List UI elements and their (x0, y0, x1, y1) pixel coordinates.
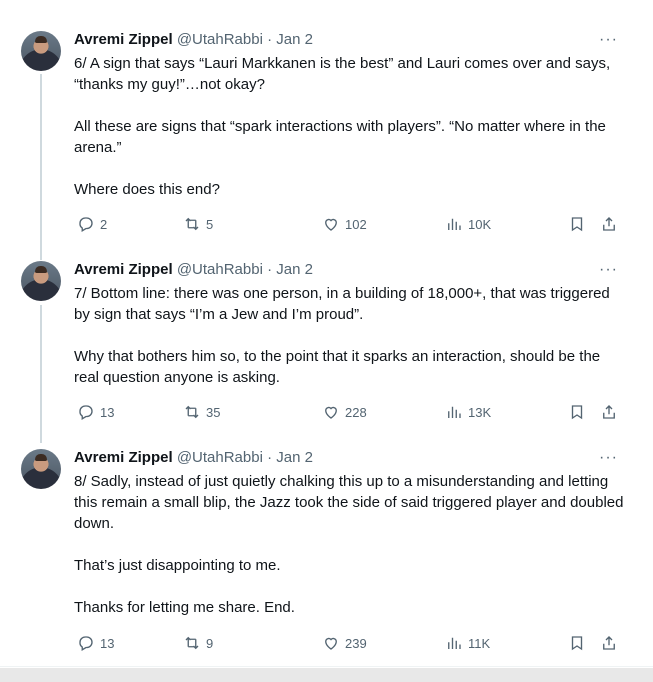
reply-icon (79, 405, 93, 420)
views-button[interactable]: 11K (445, 633, 490, 653)
repost-button[interactable]: 35 (183, 402, 220, 422)
repost-icon (185, 217, 199, 231)
thread-line (40, 74, 42, 260)
share-icon (603, 217, 615, 231)
bookmark-button[interactable] (568, 402, 591, 422)
like-button[interactable]: 228 (322, 402, 367, 422)
divider (0, 666, 653, 667)
tweet-paragraph: 6/ A sign that says “Lauri Markkanen is … (74, 55, 611, 93)
avatar[interactable] (21, 31, 61, 71)
like-count: 102 (345, 216, 367, 232)
views-count: 10K (468, 216, 492, 232)
tweet-date[interactable]: · Jan 2 (267, 31, 313, 48)
like-count: 228 (345, 404, 367, 420)
tweet-paragraph: Why that bothers him so, to the point th… (74, 348, 601, 386)
like-button[interactable]: 239 (322, 633, 367, 653)
views-count: 11K (468, 635, 491, 651)
more-icon[interactable]: ··· (599, 262, 619, 278)
author-handle[interactable]: @UtahRabbi (177, 31, 263, 48)
like-icon (325, 406, 337, 419)
views-button[interactable]: 13K (445, 402, 491, 422)
reply-button[interactable]: 2 (77, 214, 107, 234)
bookmark-icon (571, 217, 583, 232)
tweet-header: Avremi Zippel @UtahRabbi · Jan 2 (74, 30, 313, 50)
repost-count: 9 (206, 635, 214, 651)
tweet-date[interactable]: · Jan 2 (267, 261, 313, 278)
tweet-paragraph: 7/ Bottom line: there was one person, in… (74, 285, 610, 323)
tweet-paragraph: Thanks for letting me share. End. (74, 599, 295, 616)
avatar[interactable] (21, 261, 61, 301)
reply-count: 13 (100, 404, 115, 420)
tweet-paragraph: Where does this end? (74, 181, 220, 198)
bookmark-button[interactable] (568, 633, 591, 653)
repost-button[interactable]: 9 (183, 633, 213, 653)
bookmark-icon (571, 636, 583, 651)
share-button[interactable] (600, 402, 623, 422)
reply-icon (79, 217, 93, 232)
reply-button[interactable]: 13 (77, 402, 114, 422)
like-icon (325, 637, 337, 650)
bookmark-icon (571, 405, 583, 420)
views-icon (448, 637, 461, 649)
repost-count: 5 (206, 216, 214, 232)
tweet-actions: 13 9 239 11K (74, 633, 626, 653)
reply-button[interactable]: 13 (77, 633, 114, 653)
tweet-text: 6/ A sign that says “Lauri Markkanen is … (74, 53, 626, 200)
tweet-paragraph: 8/ Sadly, instead of just quietly chalki… (74, 473, 624, 532)
tweet-actions: 2 5 102 10K (74, 214, 626, 234)
like-count: 239 (345, 635, 367, 651)
tweet-actions: 13 35 228 13K (74, 402, 626, 422)
views-button[interactable]: 10K (445, 214, 491, 234)
author-name[interactable]: Avremi Zippel (74, 449, 173, 466)
reply-icon (79, 636, 93, 651)
repost-button[interactable]: 5 (183, 214, 213, 234)
share-button[interactable] (600, 214, 623, 234)
like-icon (325, 218, 337, 231)
views-icon (448, 218, 461, 230)
share-icon (603, 405, 615, 419)
views-count: 13K (468, 404, 492, 420)
author-name[interactable]: Avremi Zippel (74, 261, 173, 278)
tweet-header: Avremi Zippel @UtahRabbi · Jan 2 (74, 260, 313, 280)
repost-count: 35 (206, 404, 221, 420)
tweet-paragraph: That’s just disappointing to me. (74, 557, 281, 574)
bookmark-button[interactable] (568, 214, 591, 234)
reply-count: 13 (100, 635, 115, 651)
author-name[interactable]: Avremi Zippel (74, 31, 173, 48)
author-handle[interactable]: @UtahRabbi (177, 261, 263, 278)
share-button[interactable] (600, 633, 623, 653)
more-icon[interactable]: ··· (599, 450, 619, 466)
thread-line (40, 305, 42, 443)
bottom-bar (0, 668, 653, 682)
repost-icon (185, 636, 199, 650)
like-button[interactable]: 102 (322, 214, 367, 234)
tweet-text: 7/ Bottom line: there was one person, in… (74, 283, 626, 388)
tweet-paragraph: All these are signs that “spark interact… (74, 118, 606, 156)
views-icon (448, 406, 461, 418)
more-icon[interactable]: ··· (599, 32, 619, 48)
repost-icon (185, 405, 199, 419)
tweet-text: 8/ Sadly, instead of just quietly chalki… (74, 471, 626, 618)
reply-count: 2 (100, 216, 108, 232)
share-icon (603, 636, 615, 650)
tweet-header: Avremi Zippel @UtahRabbi · Jan 2 (74, 448, 313, 468)
tweet-date[interactable]: · Jan 2 (267, 449, 313, 466)
author-handle[interactable]: @UtahRabbi (177, 449, 263, 466)
avatar[interactable] (21, 449, 61, 489)
